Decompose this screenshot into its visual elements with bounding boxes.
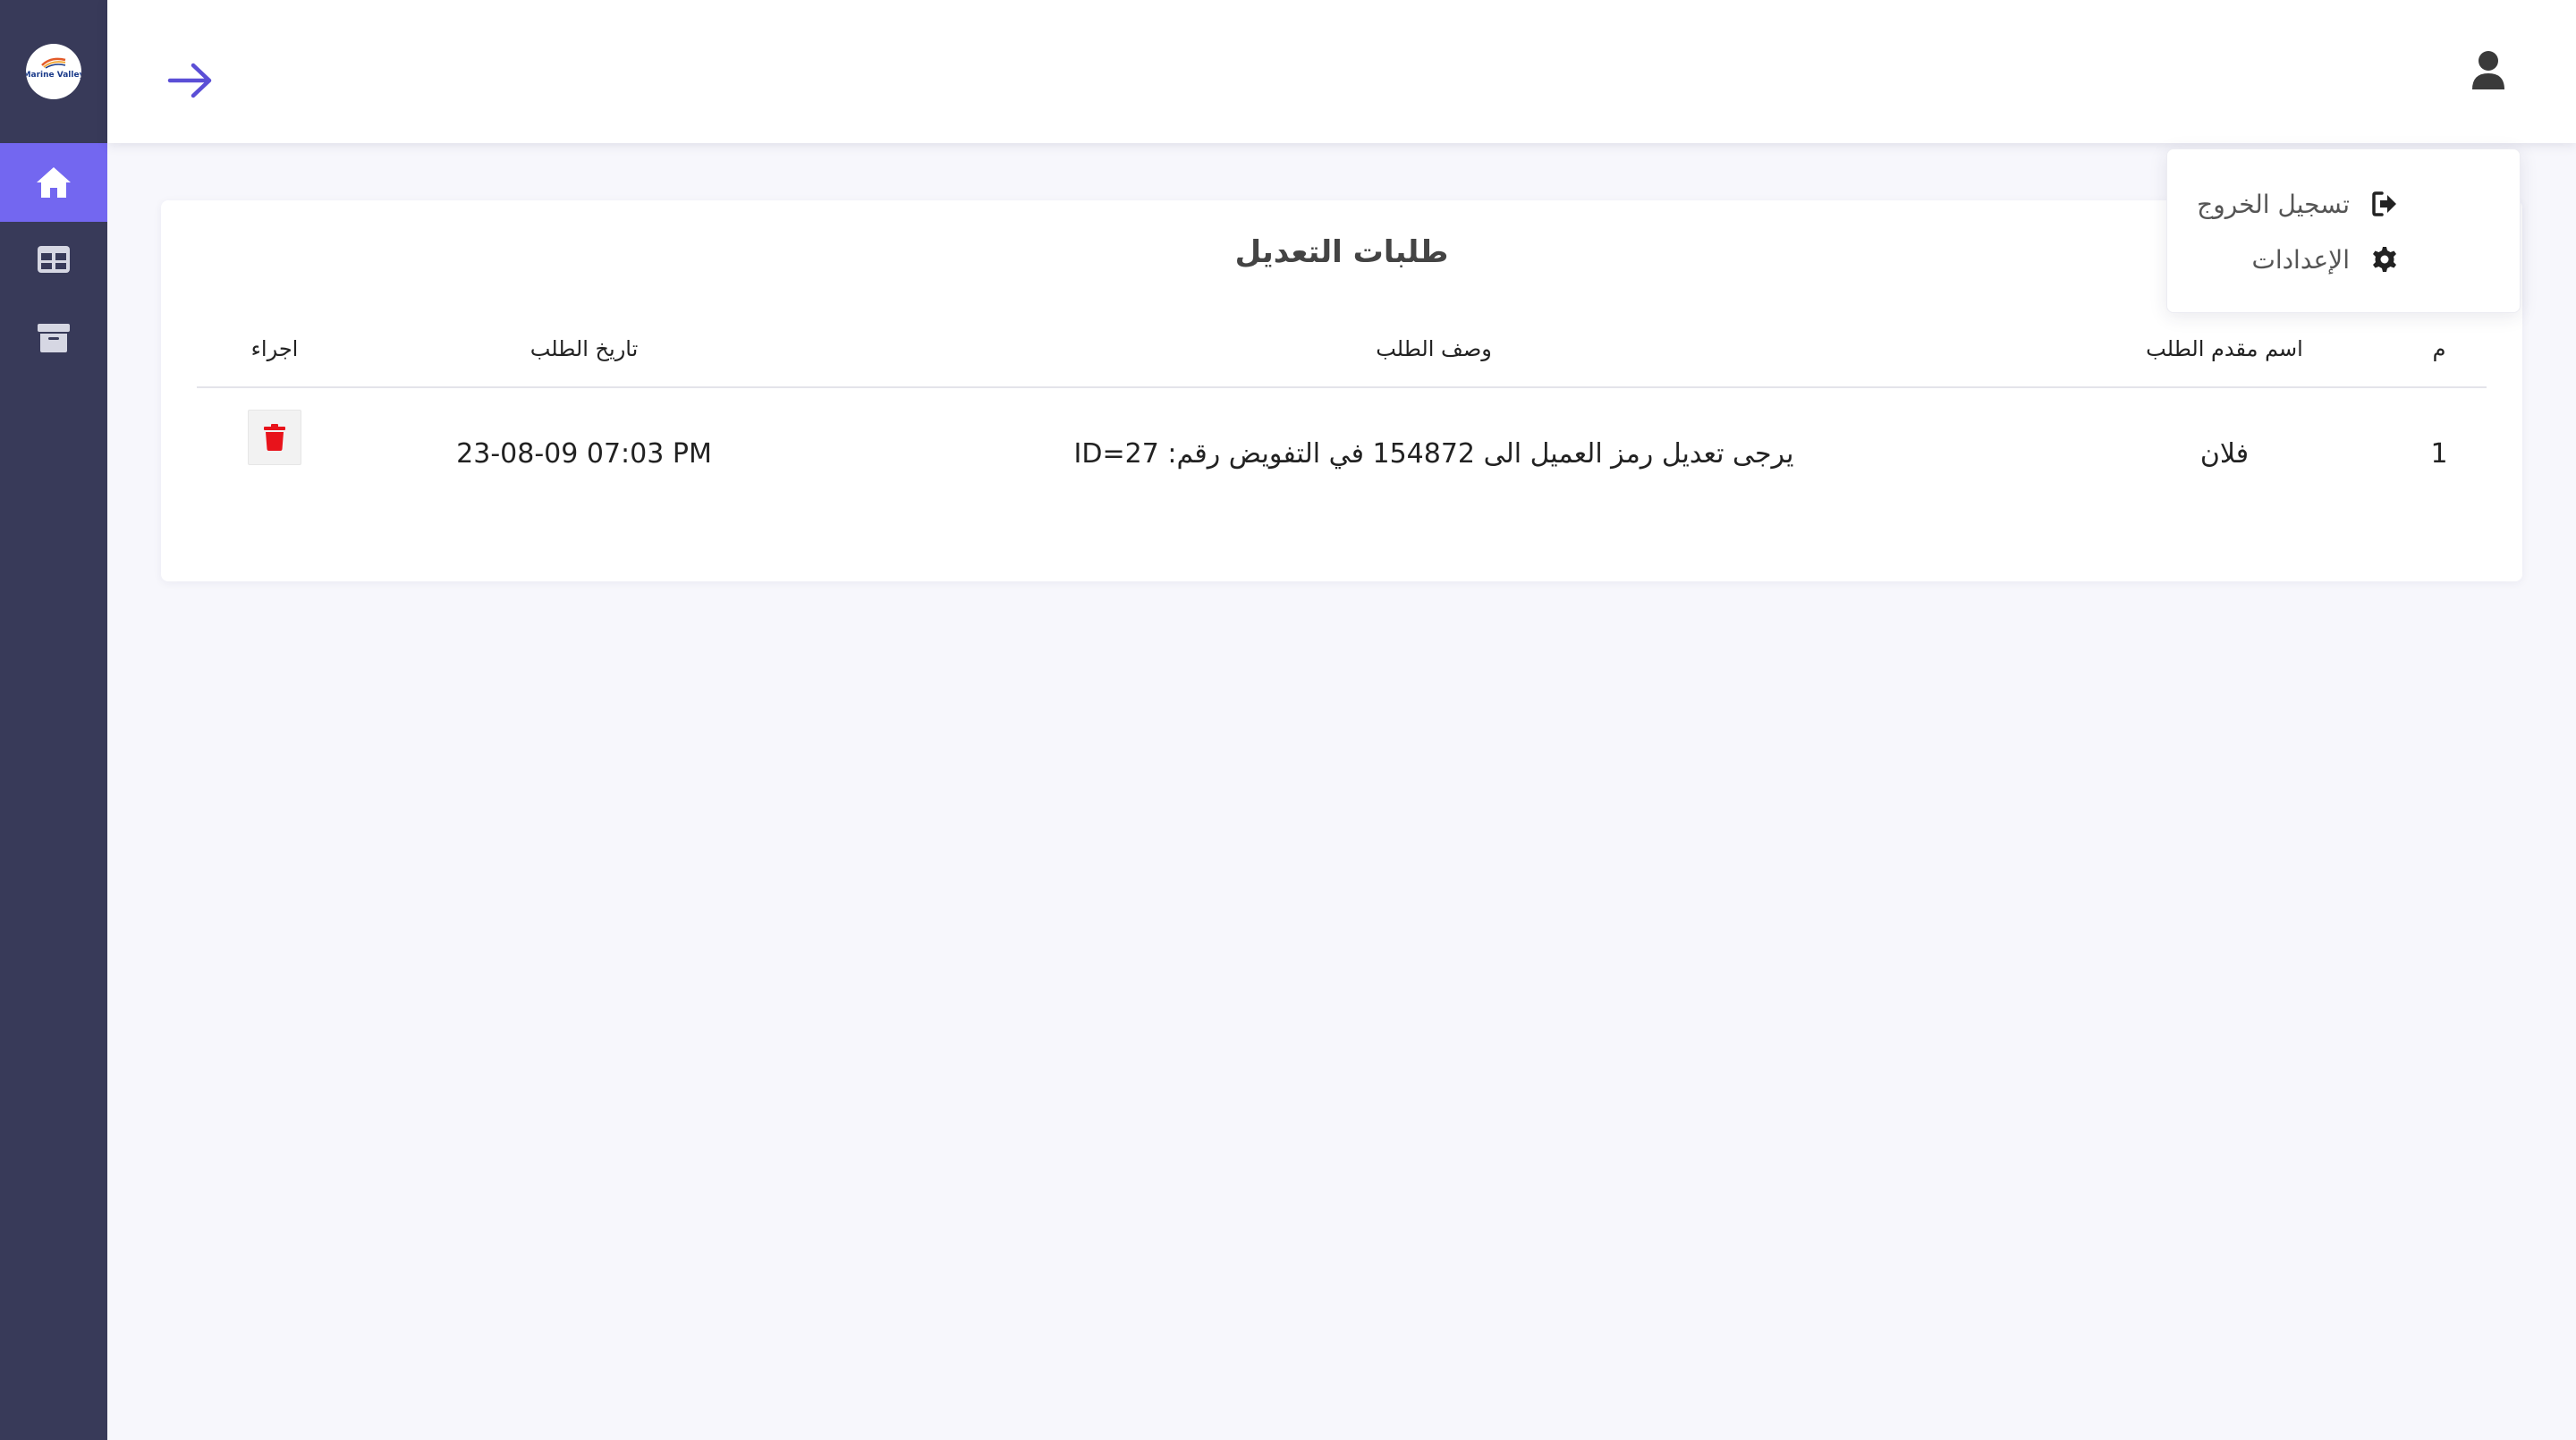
delete-button[interactable] bbox=[248, 410, 301, 465]
settings-menu-item[interactable]: الإعدادات bbox=[2251, 237, 2398, 282]
home-icon bbox=[37, 167, 71, 198]
table-icon bbox=[38, 246, 70, 273]
column-header-index: م bbox=[2432, 336, 2446, 361]
logo-swoosh-icon bbox=[41, 57, 66, 69]
brand-logo[interactable]: Marine Valley bbox=[26, 44, 81, 99]
row-index: 1 bbox=[2430, 438, 2448, 470]
top-header bbox=[107, 0, 2576, 143]
sidebar-item-tables[interactable] bbox=[0, 220, 107, 299]
archive-icon bbox=[38, 324, 70, 352]
trash-icon bbox=[264, 424, 285, 451]
column-header-description: وصف الطلب bbox=[1376, 336, 1492, 361]
settings-label: الإعدادات bbox=[2251, 244, 2350, 275]
logo-text: Marine Valley bbox=[26, 70, 81, 80]
row-date: 23-08-09 07:03 PM bbox=[456, 438, 712, 470]
row-description: يرجى تعديل رمز العميل الى 154872 في التف… bbox=[1073, 438, 1794, 470]
row-requester: فلان bbox=[2199, 438, 2250, 470]
user-dropdown-menu: تسجيل الخروج الإعدادات bbox=[2166, 148, 2521, 313]
sidebar-item-home[interactable] bbox=[0, 143, 107, 222]
gear-icon bbox=[2373, 247, 2396, 272]
sidebar: Marine Valley bbox=[0, 0, 107, 1440]
sidebar-item-archive[interactable] bbox=[0, 299, 107, 377]
column-header-action: اجراء bbox=[250, 336, 299, 361]
logout-menu-item[interactable]: تسجيل الخروج bbox=[2197, 182, 2398, 226]
app-root: Marine Valley bbox=[0, 0, 2576, 1440]
column-header-requester: اسم مقدم الطلب bbox=[2146, 336, 2303, 361]
logout-label: تسجيل الخروج bbox=[2197, 189, 2350, 219]
table-header-divider bbox=[197, 386, 2487, 388]
user-icon[interactable] bbox=[2470, 50, 2506, 91]
logout-icon bbox=[2372, 191, 2396, 216]
arrow-right-icon[interactable] bbox=[166, 61, 215, 100]
column-header-date: تاريخ الطلب bbox=[530, 336, 639, 361]
